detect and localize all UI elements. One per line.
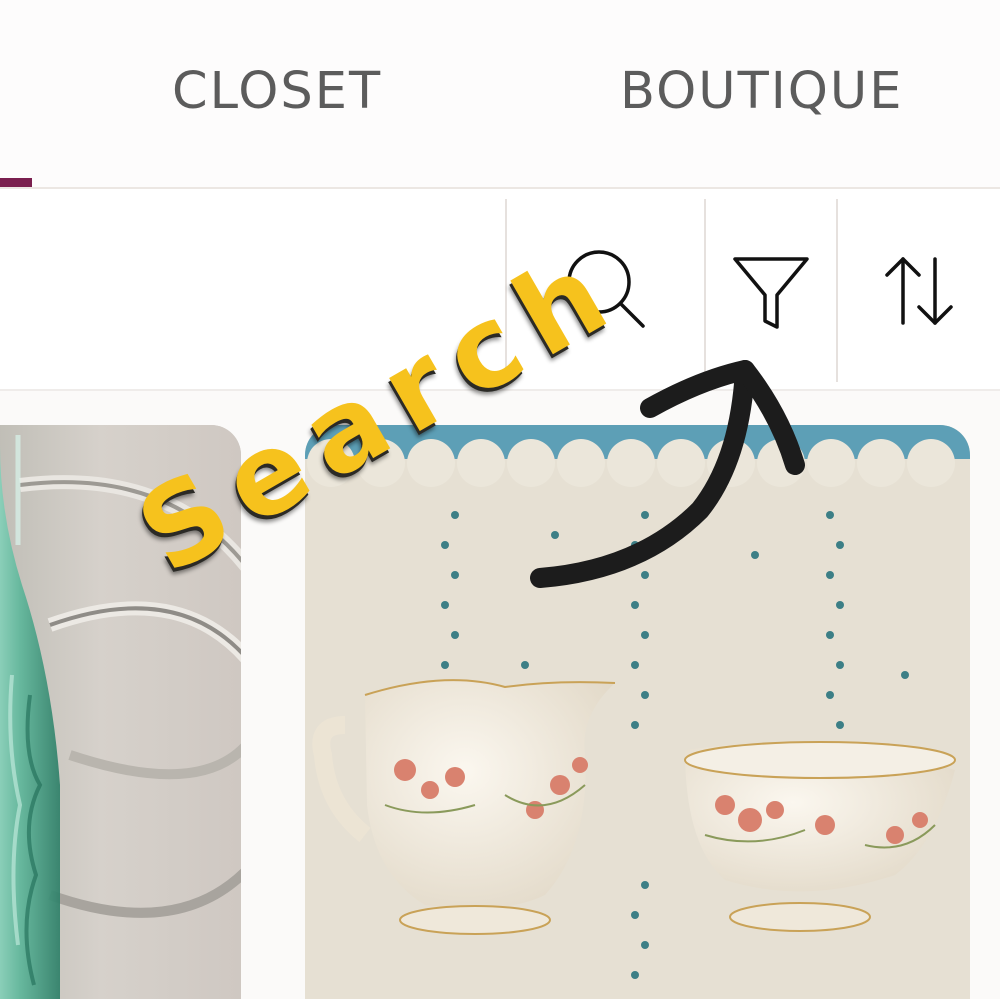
tab-bar: CLOSET BOUTIQUE	[0, 0, 1000, 189]
listing-image-bottle	[0, 425, 241, 999]
listing-toolbar	[0, 189, 1000, 389]
listing-grid	[0, 391, 1000, 999]
listing-card[interactable]	[305, 425, 970, 999]
sort-icon	[885, 256, 953, 325]
closet-page: CLOSET BOUTIQUE Search	[0, 0, 1000, 999]
tab-closet[interactable]: CLOSET	[172, 62, 382, 121]
listing-card[interactable]	[0, 425, 241, 999]
search-button[interactable]	[507, 199, 704, 382]
filter-icon	[733, 256, 809, 329]
sort-button[interactable]	[838, 199, 1000, 382]
filter-button[interactable]	[706, 199, 836, 382]
listing-image-porcelain	[305, 425, 970, 999]
tab-boutique[interactable]: BOUTIQUE	[620, 62, 903, 121]
search-icon	[566, 249, 645, 328]
active-tab-indicator	[0, 178, 32, 187]
